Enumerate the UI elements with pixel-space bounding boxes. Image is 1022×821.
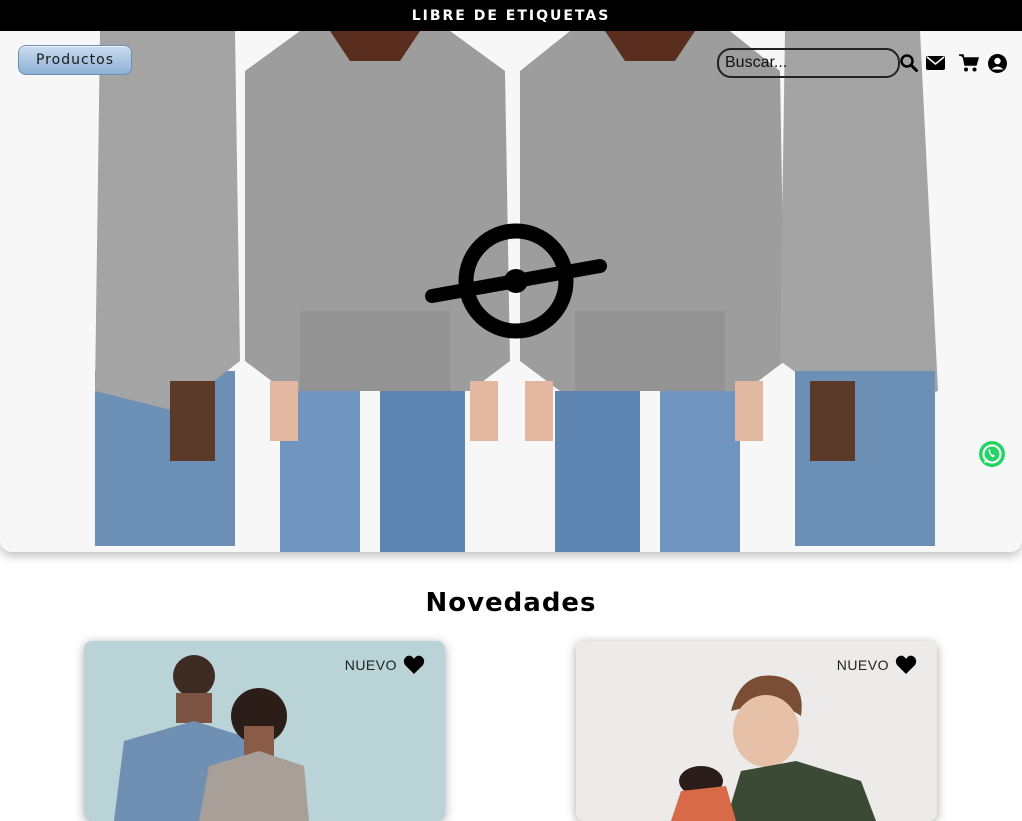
hero-banner (0, 31, 1022, 552)
announcement-bar: LIBRE DE ETIQUETAS (0, 0, 1022, 31)
mail-icon[interactable] (924, 53, 946, 73)
brand-text: LIBRE DE ETIQUETAS (411, 7, 611, 24)
new-badge: NUEVO (344, 657, 397, 673)
new-badge: NUEVO (836, 657, 889, 673)
cart-icon[interactable] (958, 52, 980, 74)
product-card[interactable]: NUEVO (576, 641, 937, 821)
products-button[interactable]: Productos (18, 45, 132, 75)
whatsapp-icon[interactable] (977, 439, 1007, 469)
heart-icon[interactable] (895, 655, 917, 675)
hero-image (0, 31, 1022, 552)
search-input[interactable] (717, 48, 900, 78)
product-card[interactable]: NUEVO (84, 641, 445, 821)
search-icon[interactable] (899, 53, 919, 73)
user-icon[interactable] (986, 52, 1008, 74)
heart-icon[interactable] (403, 655, 425, 675)
section-title: Novedades (425, 588, 597, 618)
